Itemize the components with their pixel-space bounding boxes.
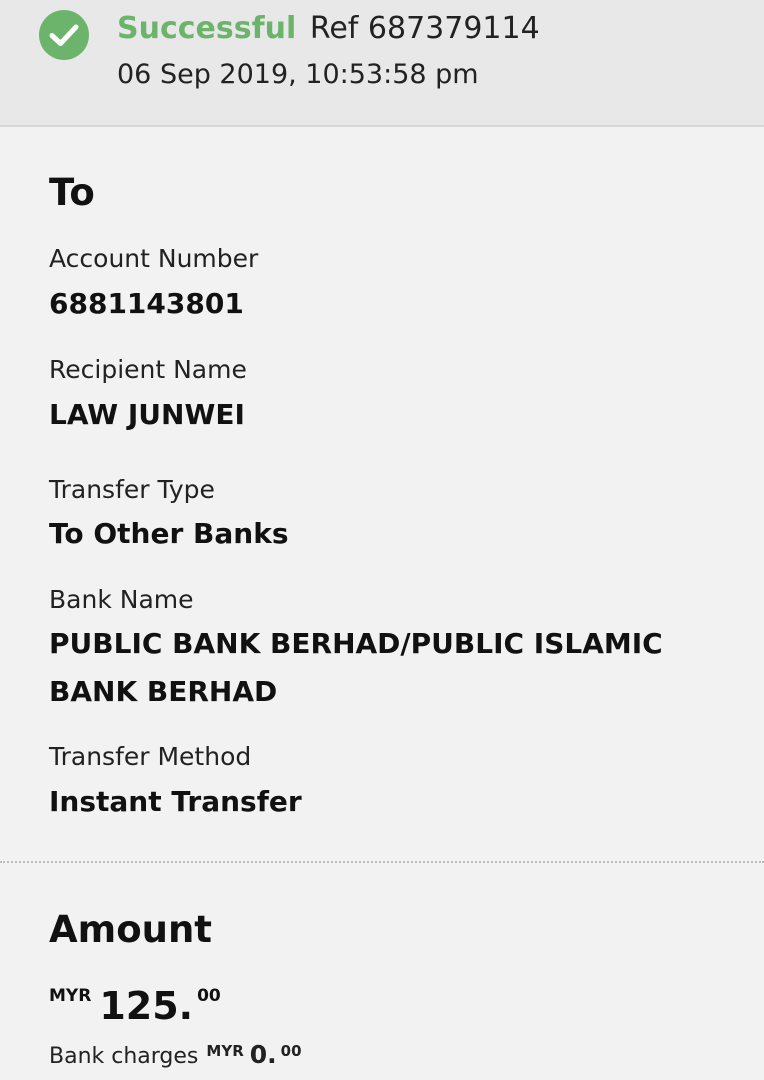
- amount-value: MYR 125. 00: [49, 980, 221, 1032]
- amount-section-title: Amount: [49, 908, 212, 951]
- bank-charges-label: Bank charges: [49, 1044, 199, 1069]
- amount-decimals: 00: [197, 986, 221, 1006]
- to-section-title: To: [49, 171, 95, 214]
- bank-charges-integer: 0.: [249, 1040, 277, 1069]
- section-divider: [0, 861, 764, 863]
- bank-charges-currency: MYR: [206, 1042, 244, 1060]
- amount-currency: MYR: [49, 986, 92, 1006]
- status-line: Successful Ref 687379114: [117, 10, 540, 48]
- transfer-type-value: To Other Banks: [49, 517, 289, 550]
- bank-name-value: PUBLIC BANK BERHAD/PUBLIC ISLAMIC BANK B…: [49, 627, 663, 708]
- transfer-type-label: Transfer Type: [49, 475, 215, 504]
- account-number-label: Account Number: [49, 244, 259, 273]
- bank-name-label: Bank Name: [49, 585, 194, 614]
- account-number-value: 6881143801: [49, 287, 244, 320]
- status-header: Successful Ref 687379114 06 Sep 2019, 10…: [0, 0, 764, 127]
- transaction-datetime: 06 Sep 2019, 10:53:58 pm: [117, 59, 479, 90]
- transfer-method-value: Instant Transfer: [49, 785, 302, 818]
- bank-charges-row: Bank charges MYR 0. 00: [49, 1040, 302, 1069]
- transfer-method-label: Transfer Method: [49, 742, 252, 771]
- recipient-name-label: Recipient Name: [49, 355, 247, 384]
- amount-integer: 125.: [99, 984, 194, 1028]
- recipient-name-value: LAW JUNWEI: [49, 398, 245, 431]
- check-circle-icon: [39, 10, 89, 60]
- reference-number: Ref 687379114: [309, 11, 540, 46]
- bank-charges-decimals: 00: [280, 1042, 302, 1060]
- status-text: Successful: [117, 11, 297, 46]
